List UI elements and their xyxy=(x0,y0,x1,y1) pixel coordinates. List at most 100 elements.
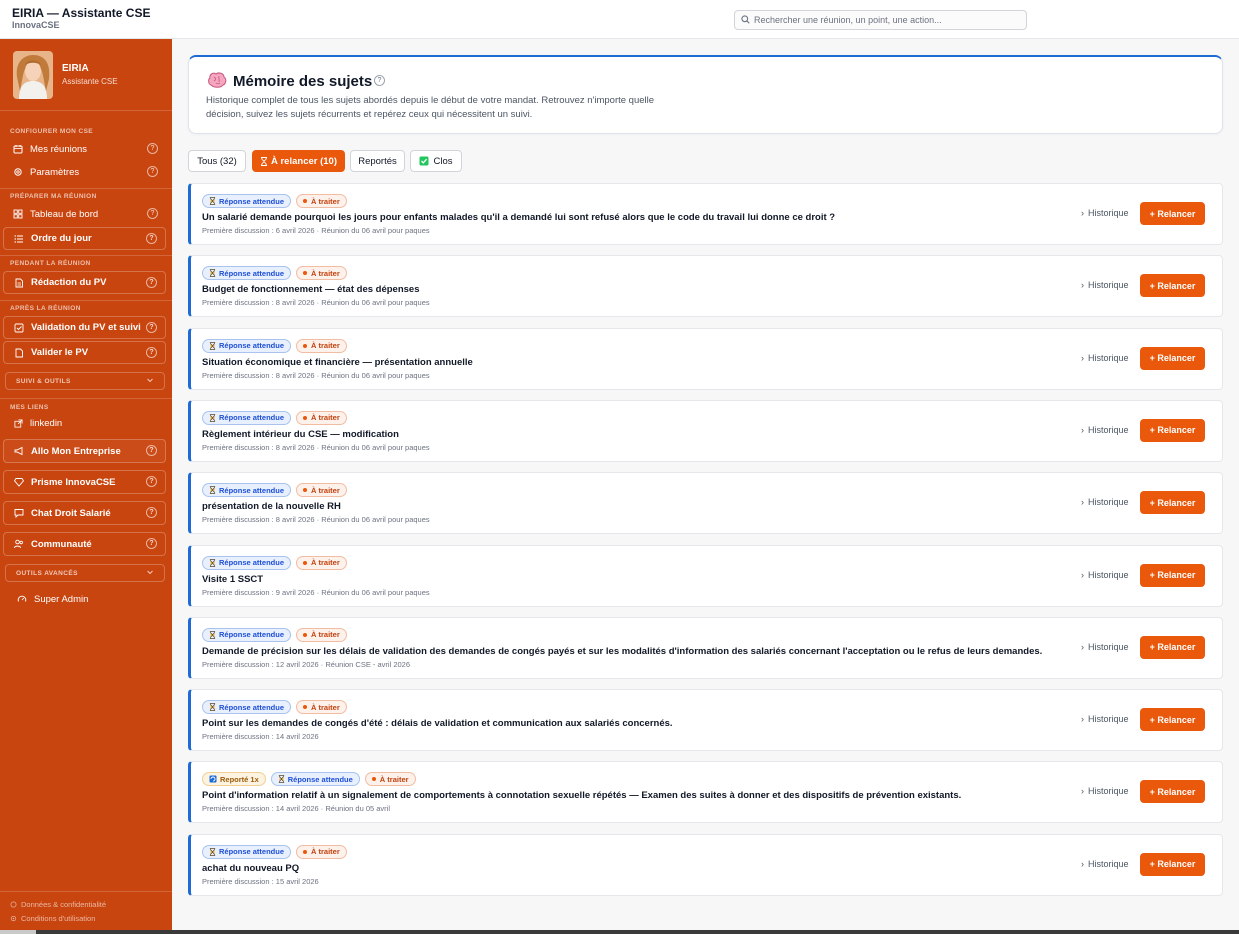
sidebar-item-validation-pv[interactable]: Validation du PV et suivi ? xyxy=(3,316,166,339)
collapse-label: OUTILS AVANCÉS xyxy=(16,569,78,577)
subject-card[interactable]: Reporté 1x Réponse attendue À traiter Point… xyxy=(188,761,1223,824)
bottom-strip-segment xyxy=(0,930,36,934)
sidebar-item-valider-pv[interactable]: Valider le PV ? xyxy=(3,341,166,364)
help-icon[interactable]: ? xyxy=(146,538,157,549)
help-icon[interactable]: ? xyxy=(374,75,385,86)
repeat-icon xyxy=(209,775,217,783)
subject-card[interactable]: Réponse attendue À traiter Situation écono… xyxy=(188,327,1223,390)
sidebar-item-parametres[interactable]: Paramètres ? xyxy=(3,161,166,183)
relancer-button[interactable]: + Relancer xyxy=(1140,635,1205,659)
tab-a-relancer[interactable]: À relancer (10) xyxy=(252,150,345,172)
sidebar-item-super-admin[interactable]: Super Admin xyxy=(3,588,166,610)
sidebar-item-prisme[interactable]: Prisme InnovaCSE ? xyxy=(3,470,166,494)
subject-card[interactable]: Réponse attendue À traiter Visite 1 SSCT Pr… xyxy=(188,544,1223,607)
sidebar-item-ordre-du-jour[interactable]: Ordre du jour ? xyxy=(3,227,166,250)
history-toggle[interactable]: › Historique xyxy=(1081,714,1129,724)
subject-card[interactable]: Réponse attendue À traiter Point sur les d… xyxy=(188,689,1223,752)
sidebar-item-label: Tableau de bord xyxy=(30,208,99,220)
subject-title: Un salarié demande pourquoi les jours po… xyxy=(202,212,836,223)
response-badge: Réponse attendue xyxy=(202,266,292,281)
help-icon[interactable]: ? xyxy=(146,322,157,333)
tab-tous[interactable]: Tous (32) xyxy=(188,150,246,172)
badge-label: À traiter xyxy=(311,702,340,712)
link-conditions-utilisation[interactable]: Conditions d'utilisation xyxy=(10,914,95,923)
sidebar-item-allo[interactable]: Allo Mon Entreprise ? xyxy=(3,439,166,463)
response-badge: Réponse attendue xyxy=(202,555,292,570)
history-label: Historique xyxy=(1088,569,1129,580)
subject-title: Budget de fonctionnement — état des dépe… xyxy=(202,284,420,296)
status-badge: À traiter xyxy=(296,627,347,642)
history-label: Historique xyxy=(1088,352,1129,363)
history-toggle[interactable]: › Historique xyxy=(1081,353,1129,363)
help-icon[interactable]: ? xyxy=(146,347,157,358)
sidebar-item-label: Allo Mon Entreprise xyxy=(31,445,121,457)
help-icon[interactable]: ? xyxy=(146,476,157,487)
status-badge: À traiter xyxy=(296,194,347,208)
document-icon xyxy=(13,347,25,359)
divider xyxy=(0,300,172,301)
status-badge: À traiter xyxy=(296,555,347,570)
search-input[interactable] xyxy=(754,15,1014,25)
help-icon[interactable]: ? xyxy=(146,445,157,456)
help-icon[interactable]: ? xyxy=(147,166,158,177)
chevron-right-icon: › xyxy=(1081,858,1084,869)
relancer-button[interactable]: + Relancer xyxy=(1140,780,1205,804)
subject-card[interactable]: Réponse attendue À traiter Règlement intér… xyxy=(188,399,1223,462)
subject-card[interactable]: Réponse attendue À traiter Budget de fonct… xyxy=(188,255,1223,318)
chevron-right-icon: › xyxy=(1081,424,1084,435)
status-badge: À traiter xyxy=(296,844,347,859)
help-icon[interactable]: ? xyxy=(147,208,158,219)
footer-link-label: Données & confidentialité xyxy=(21,900,107,909)
history-toggle[interactable]: › Historique xyxy=(1081,570,1129,580)
calendar-icon xyxy=(12,143,24,155)
history-label: Historique xyxy=(1088,714,1129,725)
help-icon[interactable]: ? xyxy=(146,277,157,288)
history-toggle[interactable]: › Historique xyxy=(1081,280,1129,290)
help-icon[interactable]: ? xyxy=(147,143,158,154)
sidebar-item-linkedin[interactable]: linkedin xyxy=(3,413,166,433)
status-badge: À traiter xyxy=(296,338,347,353)
relancer-button[interactable]: + Relancer xyxy=(1140,852,1205,876)
relancer-button[interactable]: + Relancer xyxy=(1140,491,1205,515)
subject-card[interactable]: Réponse attendue À traiter Un salarié dema… xyxy=(188,183,1223,245)
history-toggle[interactable]: › Historique xyxy=(1081,497,1129,507)
relancer-button[interactable]: + Relancer xyxy=(1140,202,1205,225)
relancer-button[interactable]: + Relancer xyxy=(1140,563,1205,587)
section-preparer: PRÉPARER MA RÉUNION xyxy=(10,193,97,200)
relancer-button[interactable]: + Relancer xyxy=(1140,418,1205,442)
sidebar-item-label: linkedin xyxy=(30,417,63,429)
collapse-outils-avances[interactable]: OUTILS AVANCÉS xyxy=(5,564,165,582)
diamond-icon xyxy=(13,476,25,488)
history-toggle[interactable]: › Historique xyxy=(1081,786,1129,796)
help-icon[interactable]: ? xyxy=(146,233,157,244)
relancer-button[interactable]: + Relancer xyxy=(1140,274,1205,298)
hourglass-icon xyxy=(209,630,216,639)
relancer-button[interactable]: + Relancer xyxy=(1140,346,1205,370)
subject-card[interactable]: Réponse attendue À traiter présentation de… xyxy=(188,472,1223,535)
tab-clos[interactable]: Clos xyxy=(410,150,462,172)
badge-label: À traiter xyxy=(311,196,340,206)
relancer-button[interactable]: + Relancer xyxy=(1140,708,1205,732)
sidebar-item-mes-reunions[interactable]: Mes réunions ? xyxy=(3,138,166,160)
status-badge: À traiter xyxy=(364,772,416,787)
sidebar-item-tableau-de-bord[interactable]: Tableau de bord ? xyxy=(3,203,166,225)
collapse-suivi-outils[interactable]: SUIVI & OUTILS xyxy=(5,372,165,390)
megaphone-icon xyxy=(13,445,25,457)
search-box[interactable] xyxy=(734,10,1027,30)
history-toggle[interactable]: › Historique xyxy=(1081,208,1129,218)
subject-card[interactable]: Réponse attendue À traiter Demande de préc… xyxy=(188,616,1223,679)
subject-card[interactable]: Réponse attendue À traiter achat du nouvea… xyxy=(188,833,1223,896)
response-badge: Réponse attendue xyxy=(202,627,292,642)
app-title: EIRIA — Assistante CSE xyxy=(12,6,151,20)
history-toggle[interactable]: › Historique xyxy=(1081,642,1129,652)
subject-meta: Première discussion : 12 avril 2026 · Ré… xyxy=(202,659,411,669)
history-toggle[interactable]: › Historique xyxy=(1081,425,1129,435)
link-donnees-confidentialite[interactable]: Données & confidentialité xyxy=(10,900,106,909)
check-box-icon xyxy=(419,156,429,166)
help-icon[interactable]: ? xyxy=(146,507,157,518)
tab-reportes[interactable]: Reportés xyxy=(350,150,405,172)
history-toggle[interactable]: › Historique xyxy=(1081,859,1129,869)
sidebar-item-redaction-pv[interactable]: Rédaction du PV ? xyxy=(3,271,166,294)
sidebar-item-communaute[interactable]: Communauté ? xyxy=(3,532,166,556)
sidebar-item-chat-droit[interactable]: Chat Droit Salarié ? xyxy=(3,501,166,525)
